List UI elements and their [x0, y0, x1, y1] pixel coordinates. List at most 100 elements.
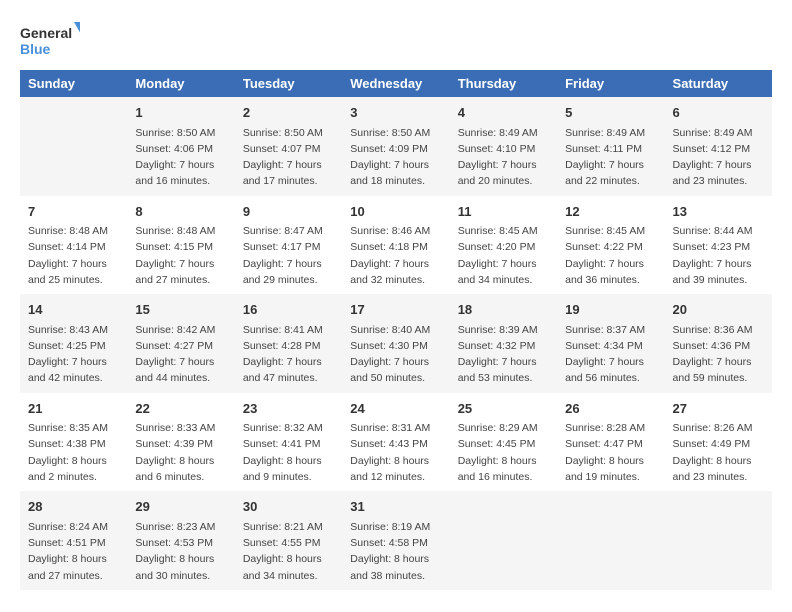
day-info: Sunrise: 8:40 AMSunset: 4:30 PMDaylight:…: [350, 322, 441, 387]
day-number: 21: [28, 399, 119, 419]
calendar-cell: 22Sunrise: 8:33 AMSunset: 4:39 PMDayligh…: [127, 393, 234, 492]
day-number: 7: [28, 202, 119, 222]
calendar-cell: [665, 491, 772, 590]
day-info: Sunrise: 8:47 AMSunset: 4:17 PMDaylight:…: [243, 223, 334, 288]
calendar-cell: 31Sunrise: 8:19 AMSunset: 4:58 PMDayligh…: [342, 491, 449, 590]
calendar-cell: 21Sunrise: 8:35 AMSunset: 4:38 PMDayligh…: [20, 393, 127, 492]
calendar-cell: 19Sunrise: 8:37 AMSunset: 4:34 PMDayligh…: [557, 294, 664, 393]
day-info: Sunrise: 8:41 AMSunset: 4:28 PMDaylight:…: [243, 322, 334, 387]
day-info: Sunrise: 8:21 AMSunset: 4:55 PMDaylight:…: [243, 519, 334, 584]
weekday-header-sunday: Sunday: [20, 70, 127, 97]
calendar-cell: 3Sunrise: 8:50 AMSunset: 4:09 PMDaylight…: [342, 97, 449, 196]
day-number: 12: [565, 202, 656, 222]
day-info: Sunrise: 8:50 AMSunset: 4:06 PMDaylight:…: [135, 125, 226, 190]
calendar-cell: 12Sunrise: 8:45 AMSunset: 4:22 PMDayligh…: [557, 196, 664, 295]
day-info: Sunrise: 8:39 AMSunset: 4:32 PMDaylight:…: [458, 322, 549, 387]
calendar-table: SundayMondayTuesdayWednesdayThursdayFrid…: [20, 70, 772, 590]
day-info: Sunrise: 8:26 AMSunset: 4:49 PMDaylight:…: [673, 420, 764, 485]
calendar-cell: 17Sunrise: 8:40 AMSunset: 4:30 PMDayligh…: [342, 294, 449, 393]
calendar-cell: 4Sunrise: 8:49 AMSunset: 4:10 PMDaylight…: [450, 97, 557, 196]
day-number: 24: [350, 399, 441, 419]
day-info: Sunrise: 8:45 AMSunset: 4:22 PMDaylight:…: [565, 223, 656, 288]
calendar-cell: 11Sunrise: 8:45 AMSunset: 4:20 PMDayligh…: [450, 196, 557, 295]
day-info: Sunrise: 8:23 AMSunset: 4:53 PMDaylight:…: [135, 519, 226, 584]
calendar-cell: 8Sunrise: 8:48 AMSunset: 4:15 PMDaylight…: [127, 196, 234, 295]
day-number: 31: [350, 497, 441, 517]
calendar-cell: 5Sunrise: 8:49 AMSunset: 4:11 PMDaylight…: [557, 97, 664, 196]
svg-text:General: General: [20, 25, 72, 41]
day-info: Sunrise: 8:48 AMSunset: 4:14 PMDaylight:…: [28, 223, 119, 288]
day-number: 14: [28, 300, 119, 320]
calendar-cell: 1Sunrise: 8:50 AMSunset: 4:06 PMDaylight…: [127, 97, 234, 196]
calendar-cell: 18Sunrise: 8:39 AMSunset: 4:32 PMDayligh…: [450, 294, 557, 393]
day-info: Sunrise: 8:33 AMSunset: 4:39 PMDaylight:…: [135, 420, 226, 485]
calendar-cell: 30Sunrise: 8:21 AMSunset: 4:55 PMDayligh…: [235, 491, 342, 590]
week-row-1: 1Sunrise: 8:50 AMSunset: 4:06 PMDaylight…: [20, 97, 772, 196]
day-number: 5: [565, 103, 656, 123]
day-info: Sunrise: 8:50 AMSunset: 4:07 PMDaylight:…: [243, 125, 334, 190]
day-info: Sunrise: 8:42 AMSunset: 4:27 PMDaylight:…: [135, 322, 226, 387]
calendar-cell: 27Sunrise: 8:26 AMSunset: 4:49 PMDayligh…: [665, 393, 772, 492]
day-info: Sunrise: 8:29 AMSunset: 4:45 PMDaylight:…: [458, 420, 549, 485]
logo-svg: General Blue: [20, 20, 80, 60]
page-header: General Blue: [20, 20, 772, 60]
weekday-header-saturday: Saturday: [665, 70, 772, 97]
calendar-cell: 24Sunrise: 8:31 AMSunset: 4:43 PMDayligh…: [342, 393, 449, 492]
day-number: 10: [350, 202, 441, 222]
day-number: 4: [458, 103, 549, 123]
day-number: 2: [243, 103, 334, 123]
day-number: 30: [243, 497, 334, 517]
calendar-cell: 20Sunrise: 8:36 AMSunset: 4:36 PMDayligh…: [665, 294, 772, 393]
weekday-header-wednesday: Wednesday: [342, 70, 449, 97]
day-number: 29: [135, 497, 226, 517]
weekday-header-monday: Monday: [127, 70, 234, 97]
day-info: Sunrise: 8:48 AMSunset: 4:15 PMDaylight:…: [135, 223, 226, 288]
day-number: 25: [458, 399, 549, 419]
day-number: 22: [135, 399, 226, 419]
day-info: Sunrise: 8:19 AMSunset: 4:58 PMDaylight:…: [350, 519, 441, 584]
day-info: Sunrise: 8:45 AMSunset: 4:20 PMDaylight:…: [458, 223, 549, 288]
svg-text:Blue: Blue: [20, 41, 51, 57]
day-info: Sunrise: 8:50 AMSunset: 4:09 PMDaylight:…: [350, 125, 441, 190]
day-number: 19: [565, 300, 656, 320]
day-number: 9: [243, 202, 334, 222]
day-info: Sunrise: 8:35 AMSunset: 4:38 PMDaylight:…: [28, 420, 119, 485]
week-row-4: 21Sunrise: 8:35 AMSunset: 4:38 PMDayligh…: [20, 393, 772, 492]
day-info: Sunrise: 8:49 AMSunset: 4:12 PMDaylight:…: [673, 125, 764, 190]
calendar-cell: 16Sunrise: 8:41 AMSunset: 4:28 PMDayligh…: [235, 294, 342, 393]
day-number: 13: [673, 202, 764, 222]
day-number: 28: [28, 497, 119, 517]
calendar-cell: 10Sunrise: 8:46 AMSunset: 4:18 PMDayligh…: [342, 196, 449, 295]
day-number: 18: [458, 300, 549, 320]
calendar-cell: 26Sunrise: 8:28 AMSunset: 4:47 PMDayligh…: [557, 393, 664, 492]
weekday-header-friday: Friday: [557, 70, 664, 97]
calendar-cell: [450, 491, 557, 590]
day-info: Sunrise: 8:37 AMSunset: 4:34 PMDaylight:…: [565, 322, 656, 387]
day-info: Sunrise: 8:36 AMSunset: 4:36 PMDaylight:…: [673, 322, 764, 387]
calendar-cell: [557, 491, 664, 590]
calendar-cell: 9Sunrise: 8:47 AMSunset: 4:17 PMDaylight…: [235, 196, 342, 295]
week-row-2: 7Sunrise: 8:48 AMSunset: 4:14 PMDaylight…: [20, 196, 772, 295]
day-number: 1: [135, 103, 226, 123]
calendar-cell: 7Sunrise: 8:48 AMSunset: 4:14 PMDaylight…: [20, 196, 127, 295]
day-info: Sunrise: 8:44 AMSunset: 4:23 PMDaylight:…: [673, 223, 764, 288]
day-info: Sunrise: 8:49 AMSunset: 4:10 PMDaylight:…: [458, 125, 549, 190]
day-number: 27: [673, 399, 764, 419]
calendar-cell: 13Sunrise: 8:44 AMSunset: 4:23 PMDayligh…: [665, 196, 772, 295]
day-info: Sunrise: 8:32 AMSunset: 4:41 PMDaylight:…: [243, 420, 334, 485]
day-number: 26: [565, 399, 656, 419]
calendar-cell: 15Sunrise: 8:42 AMSunset: 4:27 PMDayligh…: [127, 294, 234, 393]
day-number: 23: [243, 399, 334, 419]
week-row-3: 14Sunrise: 8:43 AMSunset: 4:25 PMDayligh…: [20, 294, 772, 393]
day-number: 20: [673, 300, 764, 320]
day-info: Sunrise: 8:46 AMSunset: 4:18 PMDaylight:…: [350, 223, 441, 288]
day-info: Sunrise: 8:28 AMSunset: 4:47 PMDaylight:…: [565, 420, 656, 485]
day-number: 3: [350, 103, 441, 123]
day-number: 16: [243, 300, 334, 320]
day-number: 11: [458, 202, 549, 222]
day-info: Sunrise: 8:31 AMSunset: 4:43 PMDaylight:…: [350, 420, 441, 485]
calendar-cell: 6Sunrise: 8:49 AMSunset: 4:12 PMDaylight…: [665, 97, 772, 196]
weekday-header-tuesday: Tuesday: [235, 70, 342, 97]
day-info: Sunrise: 8:24 AMSunset: 4:51 PMDaylight:…: [28, 519, 119, 584]
day-number: 8: [135, 202, 226, 222]
